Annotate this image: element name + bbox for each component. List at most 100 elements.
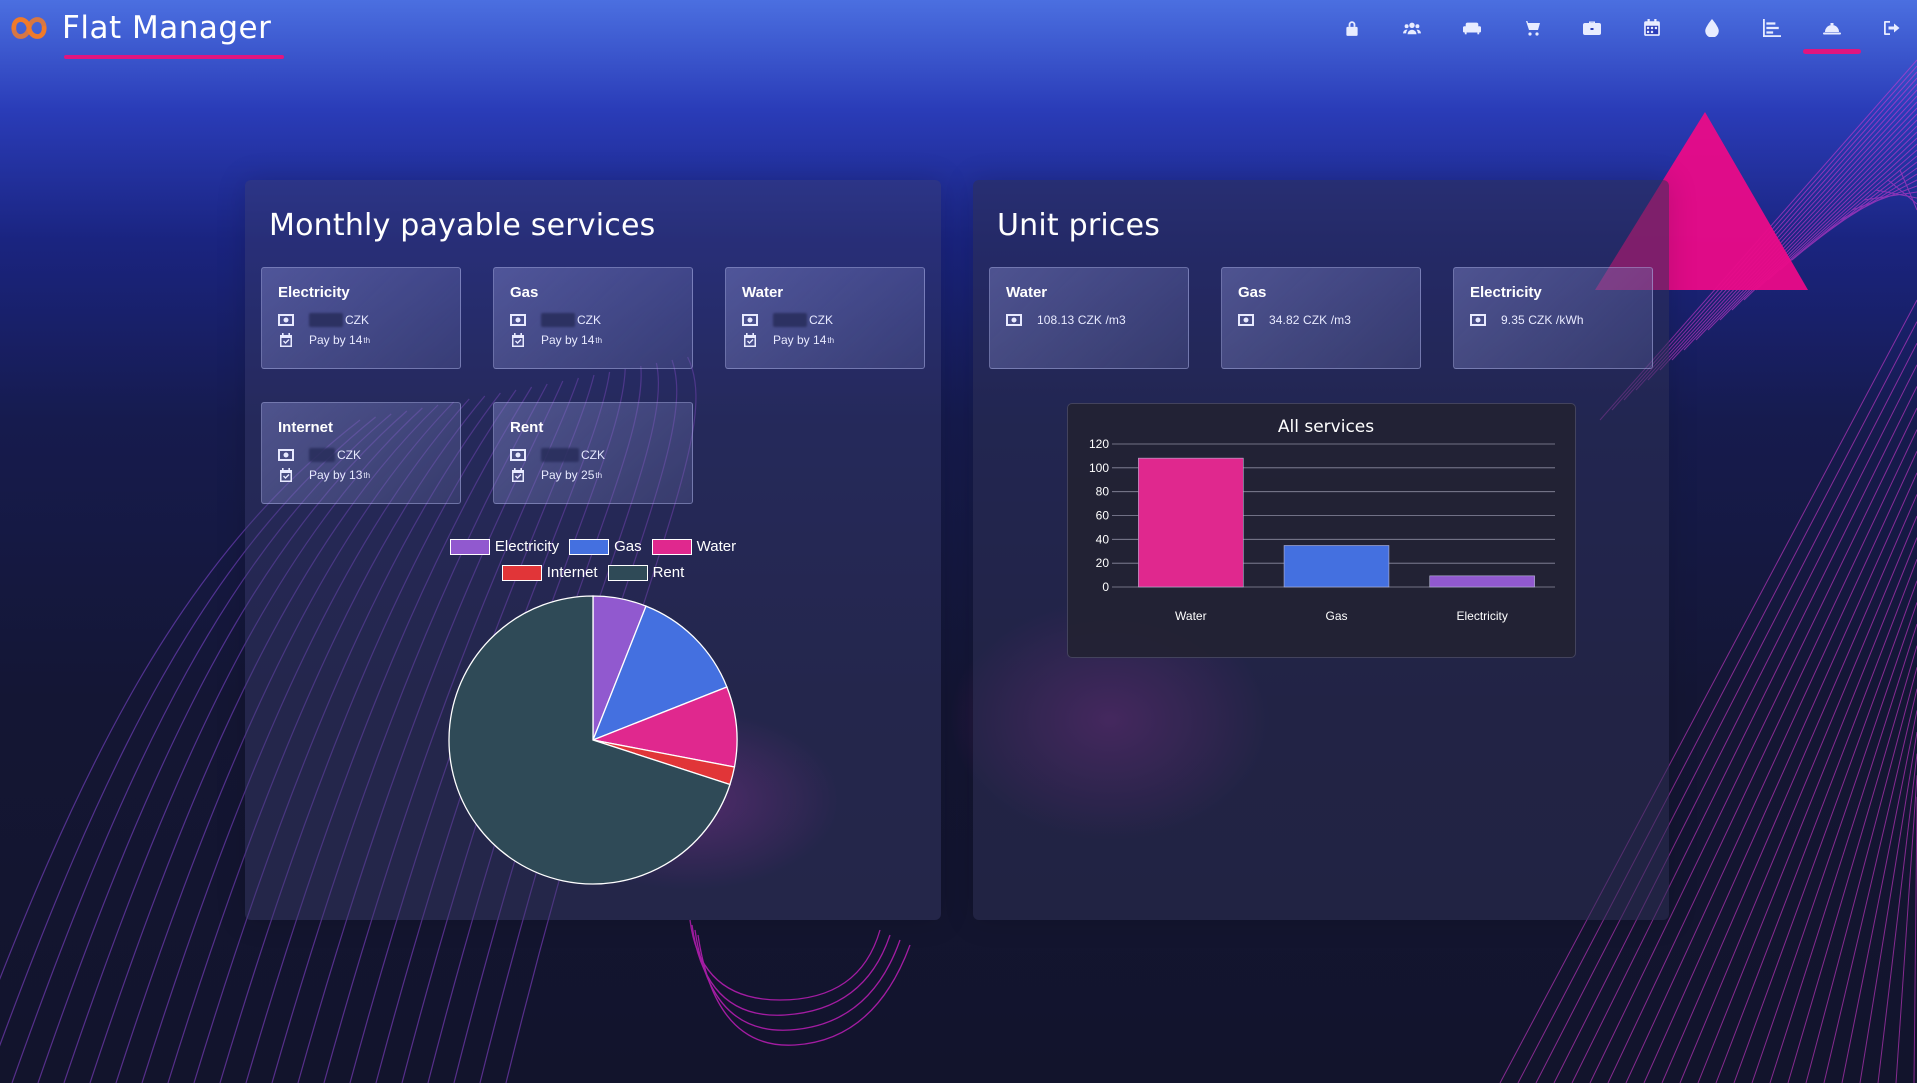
due-row: Pay by 14 th (510, 330, 676, 350)
card-title: Water (742, 284, 908, 301)
money-icon (1470, 313, 1486, 327)
calendar-icon[interactable] (1641, 17, 1663, 39)
price-card-water[interactable]: Water 108.13 CZK /m3 (989, 267, 1189, 369)
pay-day-suffix: th (363, 336, 370, 345)
pay-day: 14 (813, 333, 826, 347)
calendar-check-icon (278, 333, 294, 347)
logout-icon[interactable] (1881, 17, 1903, 39)
price-card-electricity[interactable]: Electricity 9.35 CZK /kWh (1453, 267, 1653, 369)
calendar-check-icon (742, 333, 758, 347)
money-icon (1238, 313, 1254, 327)
pay-label: Pay by (309, 468, 349, 482)
calendar-check-icon (510, 333, 526, 347)
pay-day-suffix: th (363, 471, 370, 480)
legend-label: Internet (547, 564, 598, 581)
card-title: Gas (510, 284, 676, 301)
price-card-gas[interactable]: Gas 34.82 CZK /m3 (1221, 267, 1421, 369)
hidden-amount (773, 313, 807, 327)
service-card-electricity[interactable]: Electricity CZK Pay by 14 th (261, 267, 461, 369)
legend-swatch (652, 539, 692, 555)
unit-price: 34.82 CZK /m3 (1269, 313, 1351, 327)
y-tick-label: 120 (1089, 437, 1109, 451)
legend-item-internet[interactable]: Internet (502, 564, 598, 581)
legend-item-water[interactable]: Water (652, 538, 736, 555)
legend-item-electricity[interactable]: Electricity (450, 538, 559, 555)
card-title: Gas (1238, 284, 1404, 301)
brand-underline (64, 55, 284, 59)
pie-legend-row-1: Electricity Gas Water (245, 538, 941, 555)
y-tick-label: 0 (1102, 580, 1109, 594)
pay-day: 14 (349, 333, 362, 347)
bell-icon[interactable] (1821, 17, 1843, 39)
price-row: 34.82 CZK /m3 (1238, 310, 1404, 330)
legend-swatch (608, 565, 648, 581)
hidden-amount (541, 313, 575, 327)
legend-swatch (569, 539, 609, 555)
due-row: Pay by 25 th (510, 465, 676, 485)
unit-price: 108.13 CZK /m3 (1037, 313, 1126, 327)
currency: CZK (345, 313, 369, 327)
nav-icons (1303, 17, 1903, 39)
service-card-internet[interactable]: Internet CZK Pay by 13 th (261, 402, 461, 504)
due-row: Pay by 14 th (278, 330, 444, 350)
pay-day: 25 (581, 468, 594, 482)
services-pie-chart (445, 592, 741, 888)
chart-icon[interactable] (1761, 17, 1783, 39)
currency: CZK (809, 313, 833, 327)
card-title: Internet (278, 419, 444, 436)
y-tick-label: 40 (1096, 532, 1110, 546)
legend-label: Gas (614, 538, 642, 555)
x-tick-label: Water (1175, 609, 1207, 623)
app-title: Flat Manager (62, 13, 271, 44)
hidden-amount (309, 313, 343, 327)
service-card-water[interactable]: Water CZK Pay by 14 th (725, 267, 925, 369)
amount-row: CZK (510, 310, 676, 330)
amount-row: CZK (510, 445, 676, 465)
card-title: Electricity (278, 284, 444, 301)
legend-item-rent[interactable]: Rent (608, 564, 685, 581)
unit-price: 9.35 CZK /kWh (1501, 313, 1584, 327)
due-row: Pay by 13 th (278, 465, 444, 485)
x-tick-label: Electricity (1456, 609, 1507, 623)
money-icon (1006, 313, 1022, 327)
pay-day: 14 (581, 333, 594, 347)
pay-day-suffix: th (595, 471, 602, 480)
service-card-rent[interactable]: Rent CZK Pay by 25 th (493, 402, 693, 504)
pay-label: Pay by (541, 333, 581, 347)
couch-icon[interactable] (1461, 17, 1483, 39)
pay-label: Pay by (541, 468, 581, 482)
pay-label: Pay by (773, 333, 813, 347)
pay-day-suffix: th (827, 336, 834, 345)
lock-icon[interactable] (1341, 17, 1363, 39)
logo-icon (10, 10, 48, 46)
navbar: Flat Manager (0, 0, 1917, 62)
y-tick-label: 80 (1096, 485, 1110, 499)
legend-item-gas[interactable]: Gas (569, 538, 642, 555)
money-icon (278, 313, 294, 327)
bar-electricity[interactable] (1430, 576, 1535, 587)
bar-gas[interactable] (1284, 546, 1389, 587)
users-icon[interactable] (1401, 17, 1423, 39)
cart-icon[interactable] (1521, 17, 1543, 39)
calendar-check-icon (510, 468, 526, 482)
amount-row: CZK (278, 445, 444, 465)
legend-label: Electricity (495, 538, 559, 555)
all-services-bar-chart: All services 020406080100120WaterGasElec… (1068, 404, 1577, 659)
pay-day: 13 (349, 468, 362, 482)
x-tick-label: Gas (1325, 609, 1347, 623)
monthly-services-panel: Monthly payable services Electricity CZK… (245, 180, 941, 920)
price-row: 9.35 CZK /kWh (1470, 310, 1636, 330)
drop-icon[interactable] (1701, 17, 1723, 39)
y-tick-label: 100 (1089, 461, 1109, 475)
legend-swatch (450, 539, 490, 555)
unit-prices-panel: Unit prices Water 108.13 CZK /m3 Gas 34.… (973, 180, 1669, 920)
bar-water[interactable] (1138, 458, 1243, 587)
briefcase-icon[interactable] (1581, 17, 1603, 39)
panel-title: Unit prices (997, 208, 1160, 243)
amount-row: CZK (278, 310, 444, 330)
hidden-amount (309, 448, 335, 462)
price-row: 108.13 CZK /m3 (1006, 310, 1172, 330)
service-card-gas[interactable]: Gas CZK Pay by 14 th (493, 267, 693, 369)
currency: CZK (337, 448, 361, 462)
brand[interactable]: Flat Manager (10, 10, 271, 46)
